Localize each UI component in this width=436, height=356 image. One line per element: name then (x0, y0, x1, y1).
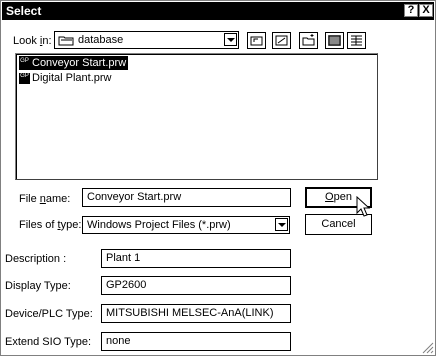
up-one-level-button[interactable] (247, 32, 266, 49)
files-of-type-value: Windows Project Files (*.prw) (87, 219, 231, 231)
list-view-button[interactable] (325, 32, 344, 49)
file-name-label: File name: (19, 193, 71, 205)
folder-icon (58, 36, 74, 46)
details-view-button[interactable] (347, 32, 366, 49)
display-type-label: Display Type: (5, 280, 71, 292)
extend-sio-type-label: Extend SIO Type: (5, 336, 92, 348)
desktop-button[interactable] (272, 32, 291, 49)
file-list[interactable]: GP Conveyor Start.prw GP Digital Plant.prw (15, 53, 378, 180)
file-item[interactable]: GP Digital Plant.prw (19, 71, 113, 85)
details-view-icon (351, 35, 362, 46)
extend-sio-type-field: none (101, 332, 291, 351)
look-in-combo[interactable]: database (54, 31, 239, 49)
help-button[interactable]: ? (404, 4, 418, 17)
description-label: Description : (5, 253, 67, 265)
device-plc-type-field: MITSUBISHI MELSEC-AnA(LINK) (101, 304, 291, 323)
select-dialog: Select ? X Look in: database GP Conveyor … (0, 0, 436, 356)
file-item[interactable]: GP Conveyor Start.prw (19, 56, 129, 70)
device-plc-type-label: Device/PLC Type: (5, 308, 93, 320)
new-folder-icon (302, 34, 315, 46)
look-in-value: database (78, 34, 124, 46)
mouse-cursor-icon (356, 196, 371, 217)
chevron-down-icon[interactable] (224, 33, 237, 46)
look-in-label: Look in: (13, 35, 52, 47)
description-field: Plant 1 (101, 249, 291, 268)
dialog-title: Select (6, 4, 42, 18)
new-folder-button[interactable] (299, 32, 318, 49)
list-view-icon (328, 35, 341, 46)
project-file-icon: GP (19, 72, 30, 84)
files-of-type-label: Files of type: (19, 219, 82, 231)
up-folder-icon (250, 36, 263, 46)
close-button[interactable]: X (419, 4, 433, 17)
display-type-field: GP2600 (101, 276, 291, 295)
chevron-down-icon[interactable] (275, 218, 288, 231)
project-file-icon: GP (19, 57, 30, 69)
files-of-type-combo[interactable]: Windows Project Files (*.prw) (82, 216, 290, 234)
desktop-icon (275, 35, 288, 46)
resize-grip-icon[interactable] (421, 341, 434, 354)
file-name-input[interactable]: Conveyor Start.prw (82, 188, 291, 207)
title-bar[interactable]: Select ? X (2, 2, 434, 20)
